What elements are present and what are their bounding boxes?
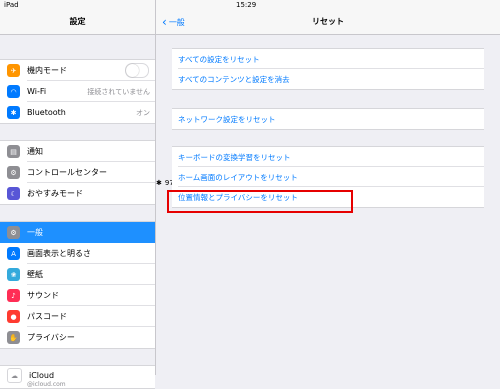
wifi-status: 接続されていません [87,87,150,96]
wallpaper-icon: ❀ [7,268,20,281]
sidebar-item-label: iCloud [29,371,55,380]
gear-icon: ⚙ [7,226,20,239]
sidebar-item-label: 機内モード [27,66,67,75]
icloud-icon: ☁ [7,368,22,383]
moon-icon: ☾ [7,187,20,200]
sidebar-item-wallpaper[interactable]: ❀ 壁紙 [0,264,155,285]
reset-group-all: すべての設定をリセット すべてのコンテンツと設定を消去 [172,48,484,90]
sidebar-item-label: 一般 [27,228,43,237]
control-center-icon: ⚙ [7,166,20,179]
connectivity-group: ✈ 機内モード ◠ Wi-Fi 接続されていません ✱ Bluetooth オン [0,59,155,124]
reset-network-button[interactable]: ネットワーク設定をリセット [172,109,484,129]
reset-group-network: ネットワーク設定をリセット [172,108,484,130]
sidebar-item-label: サウンド [27,291,59,300]
airplane-icon: ✈ [7,64,20,77]
notification-group: ▤ 通知 ⚙ コントロールセンター ☾ おやすみモード [0,140,155,205]
sidebar-item-privacy[interactable]: ✋ プライバシー [0,327,155,348]
reset-keyboard-dictionary-button[interactable]: キーボードの変換学習をリセット [172,147,484,167]
sidebar-item-control-center[interactable]: ⚙ コントロールセンター [0,162,155,183]
sidebar-item-wifi[interactable]: ◠ Wi-Fi 接続されていません [0,81,155,102]
sound-icon: ♪ [7,289,20,302]
highlight-box [167,190,353,213]
account-group: ☁ iCloud @icloud.com [0,365,155,389]
detail-navbar: ‹ 一般 リセット [156,12,500,35]
reset-all-settings-button[interactable]: すべての設定をリセット [172,49,484,69]
sidebar-item-bluetooth[interactable]: ✱ Bluetooth オン [0,102,155,123]
privacy-icon: ✋ [7,331,20,344]
sidebar-item-label: コントロールセンター [27,168,107,177]
sidebar-item-sounds[interactable]: ♪ サウンド [0,285,155,306]
carrier-label: iPad [4,1,19,9]
sidebar-item-airplane[interactable]: ✈ 機内モード [0,60,155,81]
sidebar-item-notifications[interactable]: ▤ 通知 [0,141,155,162]
sidebar-item-label: 壁紙 [27,270,43,279]
sidebar-item-label: 画面表示と明るさ [27,249,91,258]
sidebar-item-label: プライバシー [27,333,75,342]
sidebar-item-label: Wi-Fi [27,87,47,96]
sidebar-title: 設定 [0,12,155,35]
passcode-icon: ● [7,310,20,323]
sidebar-item-display[interactable]: A 画面表示と明るさ [0,243,155,264]
sidebar-item-do-not-disturb[interactable]: ☾ おやすみモード [0,183,155,204]
sidebar-item-passcode[interactable]: ● パスコード [0,306,155,327]
sidebar-item-label: Bluetooth [27,108,66,117]
notifications-icon: ▤ [7,145,20,158]
wifi-icon: ◠ [7,85,20,98]
page-title: リセット [312,17,344,26]
sidebar-item-label: 通知 [27,147,43,156]
sidebar-item-icloud[interactable]: ☁ iCloud [0,366,155,385]
reset-home-layout-button[interactable]: ホーム画面のレイアウトをリセット [172,167,484,187]
status-bar: iPad 15:29 ✱ 97% [0,0,500,187]
device-group: ⚙ 一般 A 画面表示と明るさ ❀ 壁紙 ♪ サウンド ● パスコード ✋ プラ… [0,221,155,349]
erase-all-content-button[interactable]: すべてのコンテンツと設定を消去 [172,69,484,89]
sidebar-item-general[interactable]: ⚙ 一般 [0,222,155,243]
bluetooth-icon: ✱ [7,106,20,119]
sidebar-item-label: パスコード [27,312,67,321]
bluetooth-status: オン [136,108,150,117]
settings-sidebar: 設定 ✈ 機内モード ◠ Wi-Fi 接続されていません ✱ Bluetooth… [0,12,155,389]
airplane-toggle[interactable] [125,63,149,78]
display-icon: A [7,247,20,260]
sidebar-item-label: おやすみモード [27,189,83,198]
